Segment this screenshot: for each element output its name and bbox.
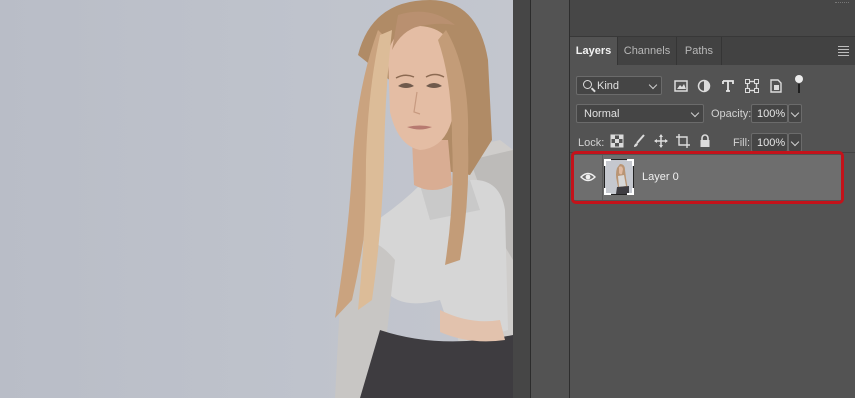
canvas-gutter [513, 0, 530, 398]
panel-header-area [570, 0, 855, 37]
chevron-down-icon [690, 108, 700, 118]
chevron-down-icon [790, 108, 800, 118]
lock-image-pixels-icon[interactable] [632, 134, 646, 148]
shape-layer-filter-icon[interactable] [744, 78, 760, 94]
annotation-highlight-box [571, 151, 844, 204]
fill-dropdown[interactable] [788, 133, 802, 152]
opacity-label: Opacity: [711, 108, 752, 120]
filter-toggle-icon[interactable] [795, 75, 803, 83]
smart-object-filter-icon[interactable] [768, 78, 784, 94]
chevron-down-icon [790, 137, 800, 147]
tab-layers[interactable]: Layers [570, 37, 618, 65]
type-layer-filter-icon[interactable] [720, 78, 736, 94]
opacity-dropdown[interactable] [788, 104, 802, 123]
lock-artboard-icon[interactable] [676, 134, 690, 148]
adjustment-layer-filter-icon[interactable] [696, 78, 712, 94]
kind-select-label: Kind [597, 80, 620, 92]
filter-toggle-track [798, 84, 800, 93]
blend-mode-value: Normal [584, 108, 620, 120]
lock-label: Lock: [578, 137, 605, 149]
lock-transparent-pixels-icon[interactable] [610, 134, 624, 148]
lock-all-icon[interactable] [698, 134, 712, 148]
blend-mode-select[interactable]: Normal [576, 104, 704, 123]
panel-tab-bar: Layers Channels Paths [570, 37, 855, 65]
collapsed-panel-column [531, 0, 570, 398]
fill-input[interactable]: 100% [751, 133, 788, 152]
layer-filter-kind-select[interactable]: Kind [576, 76, 662, 95]
search-icon [583, 80, 592, 89]
document-canvas[interactable] [0, 0, 513, 398]
portrait-photo [335, 0, 513, 398]
opacity-input[interactable]: 100% [751, 104, 788, 123]
chevron-down-icon [648, 80, 658, 90]
panel-grip-icon[interactable] [835, 2, 849, 7]
lock-position-icon[interactable] [654, 134, 668, 148]
tab-paths[interactable]: Paths [677, 37, 722, 65]
panel-menu-icon[interactable] [838, 46, 849, 58]
tab-channels[interactable]: Channels [618, 37, 677, 65]
pixel-layer-filter-icon[interactable] [673, 78, 689, 94]
fill-label: Fill: [733, 137, 751, 149]
